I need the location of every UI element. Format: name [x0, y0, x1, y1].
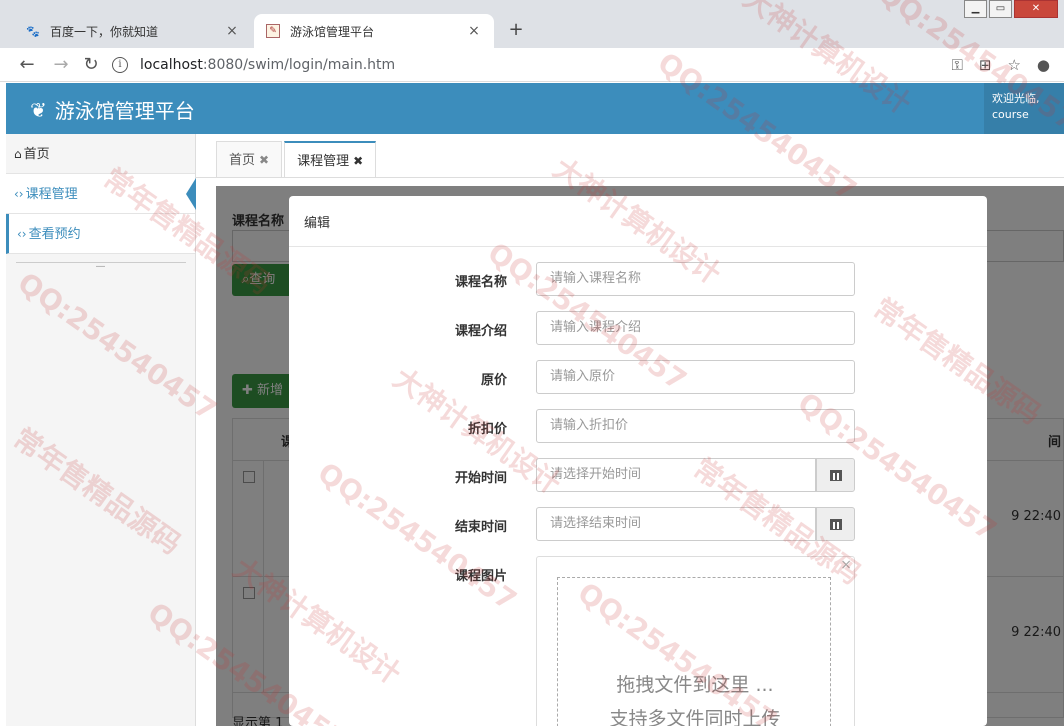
url-field[interactable]: i localhost:8080/swim/login/main.htm — [112, 52, 942, 78]
edit-modal: 编辑 课程名称 请输入课程名称 课程介绍 请输入课程介绍 原价 请输入原价 折扣… — [289, 196, 987, 726]
account-icon[interactable]: ● — [1037, 56, 1050, 74]
paw-icon: 🐾 — [26, 24, 40, 38]
drop-zone[interactable]: 拖拽文件到这里 ... 支持多文件同时上传 — [557, 577, 831, 726]
start-date-picker-button[interactable] — [816, 458, 855, 492]
end-date-picker-button[interactable] — [816, 507, 855, 541]
reload-icon[interactable]: ↻ — [80, 54, 102, 76]
url-text: localhost:8080/swim/login/main.htm — [140, 57, 396, 73]
code-icon: ‹› — [14, 187, 24, 201]
field-label: 课程名称 — [454, 275, 507, 290]
toolbar-icons: ⚿ ⊞ ☆ ● — [951, 56, 1050, 74]
close-icon[interactable]: ✖ — [353, 154, 363, 168]
file-upload[interactable]: × 拖拽文件到这里 ... 支持多文件同时上传 — [536, 556, 855, 726]
browser-tabstrip: 🐾 百度一下，你就知道 × ✎ 游泳馆管理平台 × + ▁ ▭ ✕ — [0, 0, 1064, 48]
sidebar-item-label: 课程管理 — [25, 187, 78, 202]
tab-divider — [196, 177, 1064, 178]
leaf-icon: ❦ — [30, 97, 47, 122]
window-close-button[interactable]: ✕ — [1014, 0, 1058, 18]
field-label: 折扣价 — [467, 422, 507, 437]
user-menu[interactable]: 欢迎光临, course — [984, 83, 1064, 134]
close-icon[interactable]: ✖ — [259, 153, 269, 167]
field-discount-price: 折扣价 请输入折扣价 — [289, 409, 987, 443]
back-arrow-icon[interactable]: ← — [16, 54, 38, 76]
restore-button[interactable]: ▭ — [989, 0, 1012, 18]
key-icon[interactable]: ⚿ — [951, 56, 962, 74]
tab-home[interactable]: 首页 ✖ — [216, 141, 283, 177]
sidebar-item-course-management[interactable]: ‹› 课程管理 — [6, 174, 196, 214]
tab-course-management[interactable]: 课程管理 ✖ — [284, 141, 377, 177]
field-label: 课程介绍 — [454, 324, 507, 339]
drop-zone-hint: 支持多文件同时上传 — [609, 708, 781, 726]
field-label: 原价 — [480, 373, 507, 388]
field-label: 结束时间 — [454, 520, 507, 535]
browser-tab-label: 游泳馆管理平台 — [290, 24, 375, 39]
field-course-name: 课程名称 请输入课程名称 — [289, 262, 987, 296]
close-icon[interactable]: × — [466, 23, 482, 39]
field-end-time: 结束时间 请选择结束时间 — [289, 507, 987, 541]
field-start-time: 开始时间 请选择开始时间 — [289, 458, 987, 492]
new-tab-button[interactable]: + — [503, 18, 529, 44]
end-time-input[interactable]: 请选择结束时间 — [536, 507, 816, 541]
original-price-input[interactable]: 请输入原价 — [536, 360, 855, 394]
forward-arrow-icon[interactable]: → — [50, 54, 72, 76]
browser-tab-baidu[interactable]: 🐾 百度一下，你就知道 × — [14, 14, 252, 48]
app-title: 游泳馆管理平台 — [54, 99, 195, 123]
sidebar-item-label: 首页 — [23, 147, 50, 162]
home-icon: ⌂ — [14, 147, 22, 161]
sidebar-item-label: 查看预约 — [28, 227, 81, 242]
discount-price-input[interactable]: 请输入折扣价 — [536, 409, 855, 443]
window-controls: ▁ ▭ ✕ — [962, 0, 1058, 18]
sidebar-item-view-booking[interactable]: ‹› 查看预约 — [6, 214, 195, 254]
drop-zone-text: 拖拽文件到这里 ... — [616, 674, 774, 696]
field-course-intro: 课程介绍 请输入课程介绍 — [289, 311, 987, 345]
info-icon[interactable]: i — [112, 57, 128, 73]
welcome-text: 欢迎光临, — [992, 92, 1040, 105]
minimize-button[interactable]: ▁ — [964, 0, 987, 18]
page-icon: ✎ — [266, 24, 280, 38]
sidebar: ⌂ 首页 ‹› 课程管理 ‹› 查看预约 — — [6, 134, 196, 726]
star-icon[interactable]: ☆ — [1007, 56, 1020, 74]
calendar-icon — [829, 469, 842, 481]
browser-tab-swim[interactable]: ✎ 游泳馆管理平台 × — [254, 14, 494, 48]
app-logo[interactable]: ❦ 游泳馆管理平台 — [30, 95, 195, 124]
close-icon[interactable]: × — [224, 23, 240, 39]
course-intro-input[interactable]: 请输入课程介绍 — [536, 311, 855, 345]
start-time-input[interactable]: 请选择开始时间 — [536, 458, 816, 492]
field-label: 课程图片 — [454, 569, 507, 584]
sidebar-item-home[interactable]: ⌂ 首页 — [6, 134, 195, 174]
content-tabs: 首页 ✖ 课程管理 ✖ — [216, 141, 378, 177]
field-label: 开始时间 — [454, 471, 507, 486]
username: course — [992, 108, 1029, 121]
field-original-price: 原价 请输入原价 — [289, 360, 987, 394]
browser-tab-label: 百度一下，你就知道 — [50, 24, 159, 39]
app-header: ❦ 游泳馆管理平台 欢迎光临, course — [6, 83, 1064, 134]
course-name-input[interactable]: 请输入课程名称 — [536, 262, 855, 296]
sidebar-collapse-handle[interactable]: — — [15, 262, 186, 272]
address-bar: ← → ↻ i localhost:8080/swim/login/main.h… — [0, 48, 1064, 82]
close-icon[interactable]: × — [840, 557, 852, 573]
calendar-icon — [829, 518, 842, 530]
code-icon: ‹› — [17, 227, 27, 241]
modal-title: 编辑 — [304, 216, 331, 231]
translate-icon[interactable]: ⊞ — [979, 56, 992, 74]
